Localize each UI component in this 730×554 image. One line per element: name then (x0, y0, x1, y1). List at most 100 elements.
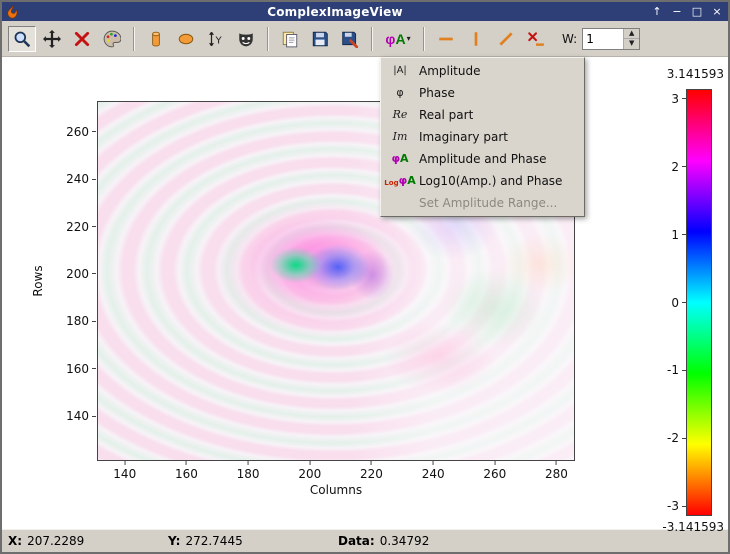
export-button[interactable] (336, 26, 364, 52)
horizontal-line-button[interactable] (432, 26, 460, 52)
menu-item-set-amplitude-range: Set Amplitude Range... (382, 192, 583, 214)
toolbar-separator (133, 26, 135, 51)
toolbar-separator (423, 26, 425, 51)
real-icon: Re (392, 108, 408, 121)
palette-button[interactable] (98, 26, 126, 52)
menu-item-log10-amp-and-phase[interactable]: Log φ A Log10(Amp.) and Phase (382, 170, 583, 192)
mask-icon (237, 30, 255, 48)
horizontal-line-icon (437, 30, 455, 48)
menu-item-amplitude-and-phase[interactable]: φ A Amplitude and Phase (382, 148, 583, 170)
status-data-label: Data: (338, 534, 375, 548)
save-button[interactable] (306, 26, 334, 52)
status-x: X: 207.2289 (8, 534, 168, 548)
toolbar-separator (371, 26, 373, 51)
floppy-pencil-icon (341, 30, 359, 48)
zoom-button[interactable] (8, 25, 36, 52)
imag-icon: Im (392, 130, 408, 143)
copy-button[interactable] (276, 26, 304, 52)
colorbar-tick-0: 0 (671, 296, 686, 310)
cylinder-icon (147, 30, 165, 48)
colorbar-tick--1: -1 (667, 363, 686, 377)
menu-item-label: Amplitude (419, 64, 481, 78)
mask-button[interactable] (232, 26, 260, 52)
display-mode-menu: |A| Amplitude φ Phase Re Real part Im Imaginary… (380, 57, 585, 217)
x-tick-260: 260 (483, 461, 506, 481)
y-tick-200: 200 (66, 267, 96, 281)
remove-line-icon (527, 30, 545, 48)
y-tick-240: 240 (66, 172, 96, 186)
status-y-value: 272.7445 (185, 534, 243, 548)
diagonal-line-button[interactable] (492, 26, 520, 52)
vertical-line-button[interactable] (462, 26, 490, 52)
width-input[interactable] (583, 28, 624, 49)
remove-line-button[interactable] (522, 26, 550, 52)
colorbar-ticks: 3 2 1 0 -1 -2 -3 (612, 89, 686, 516)
cylinder-roi-button[interactable] (142, 26, 170, 52)
x-tick-240: 240 (422, 461, 445, 481)
phase-amplitude-icon: φ A ▾ (385, 30, 411, 47)
status-x-value: 207.2289 (27, 534, 85, 548)
spin-up-icon[interactable]: ▲ (624, 28, 640, 39)
spin-down-icon[interactable]: ▼ (624, 39, 640, 49)
colorbar-tick--2: -2 (667, 431, 686, 445)
menu-item-label: Amplitude and Phase (419, 152, 547, 166)
figure-area: 260 240 220 200 180 160 140 140 160 180 200 220 240… (2, 57, 728, 534)
copy-pages-icon (281, 30, 299, 48)
menu-item-label: Set Amplitude Range... (419, 196, 558, 210)
minimize-button[interactable]: − (670, 5, 684, 19)
x-tick-180: 180 (237, 461, 260, 481)
diagonal-line-icon (497, 30, 515, 48)
menu-item-phase[interactable]: φ Phase (382, 82, 583, 104)
colorbar-tick-2: 2 (671, 160, 686, 174)
width-spinbox: ▲ ▼ (582, 27, 641, 50)
y-profile-button[interactable]: Y (202, 26, 230, 52)
log-amp-phase-icon: Log φ A (384, 174, 416, 188)
red-x-icon (73, 30, 91, 48)
y-ticks: 260 240 220 200 180 160 140 (2, 101, 96, 461)
x-ticks: 140 160 180 200 220 240 260 280 (97, 461, 575, 483)
title-bar[interactable]: ComplexImageView ↑ − □ × (2, 2, 728, 21)
y-axis-icon: Y (207, 30, 225, 48)
display-mode-button[interactable]: φ A ▾ (380, 26, 416, 52)
width-label: W: (562, 31, 578, 46)
clear-button[interactable] (68, 26, 96, 52)
palette-icon (103, 30, 121, 48)
status-y-label: Y: (168, 534, 181, 548)
colorbar-tick-1: 1 (671, 228, 686, 242)
chevron-down-icon: ▾ (406, 33, 411, 43)
window-title: ComplexImageView (267, 4, 403, 19)
x-tick-140: 140 (113, 461, 136, 481)
colorbar-max-label: 3.141593 (666, 67, 724, 81)
menu-item-label: Imaginary part (419, 130, 508, 144)
menu-item-amplitude[interactable]: |A| Amplitude (382, 60, 583, 82)
x-tick-200: 200 (298, 461, 321, 481)
colorbar-tick-3: 3 (671, 92, 686, 106)
y-tick-160: 160 (66, 362, 96, 376)
y-tick-180: 180 (66, 314, 96, 328)
maximize-button[interactable]: □ (690, 5, 704, 19)
vertical-line-icon (467, 30, 485, 48)
ellipse-roi-button[interactable] (172, 26, 200, 52)
menu-item-imaginary-part[interactable]: Im Imaginary part (382, 126, 583, 148)
status-data-value: 0.34792 (379, 534, 430, 548)
svg-text:Y: Y (214, 35, 222, 46)
x-tick-160: 160 (175, 461, 198, 481)
complex-image-view-window: ComplexImageView ↑ − □ × Y φ A ▾ W: 1 ▲ … (0, 0, 730, 554)
move-arrows-icon (43, 29, 61, 48)
toolbar-separator (267, 26, 269, 51)
amp-phase-icon: φA (391, 152, 409, 165)
phase-icon: φ (396, 86, 404, 99)
pin-button[interactable]: ↑ (650, 5, 664, 19)
colorbar-tick--3: -3 (667, 499, 686, 513)
colorbar-min-label: -3.141593 (662, 520, 724, 534)
menu-item-label: Real part (419, 108, 474, 122)
menu-item-real-part[interactable]: Re Real part (382, 104, 583, 126)
pan-button[interactable] (38, 26, 66, 52)
y-axis-label: Rows (31, 265, 45, 297)
close-button[interactable]: × (710, 5, 724, 19)
x-tick-280: 280 (545, 461, 568, 481)
floppy-icon (311, 30, 329, 48)
y-tick-260: 260 (66, 125, 96, 139)
status-data: Data: 0.34792 (338, 534, 728, 548)
x-tick-220: 220 (360, 461, 383, 481)
